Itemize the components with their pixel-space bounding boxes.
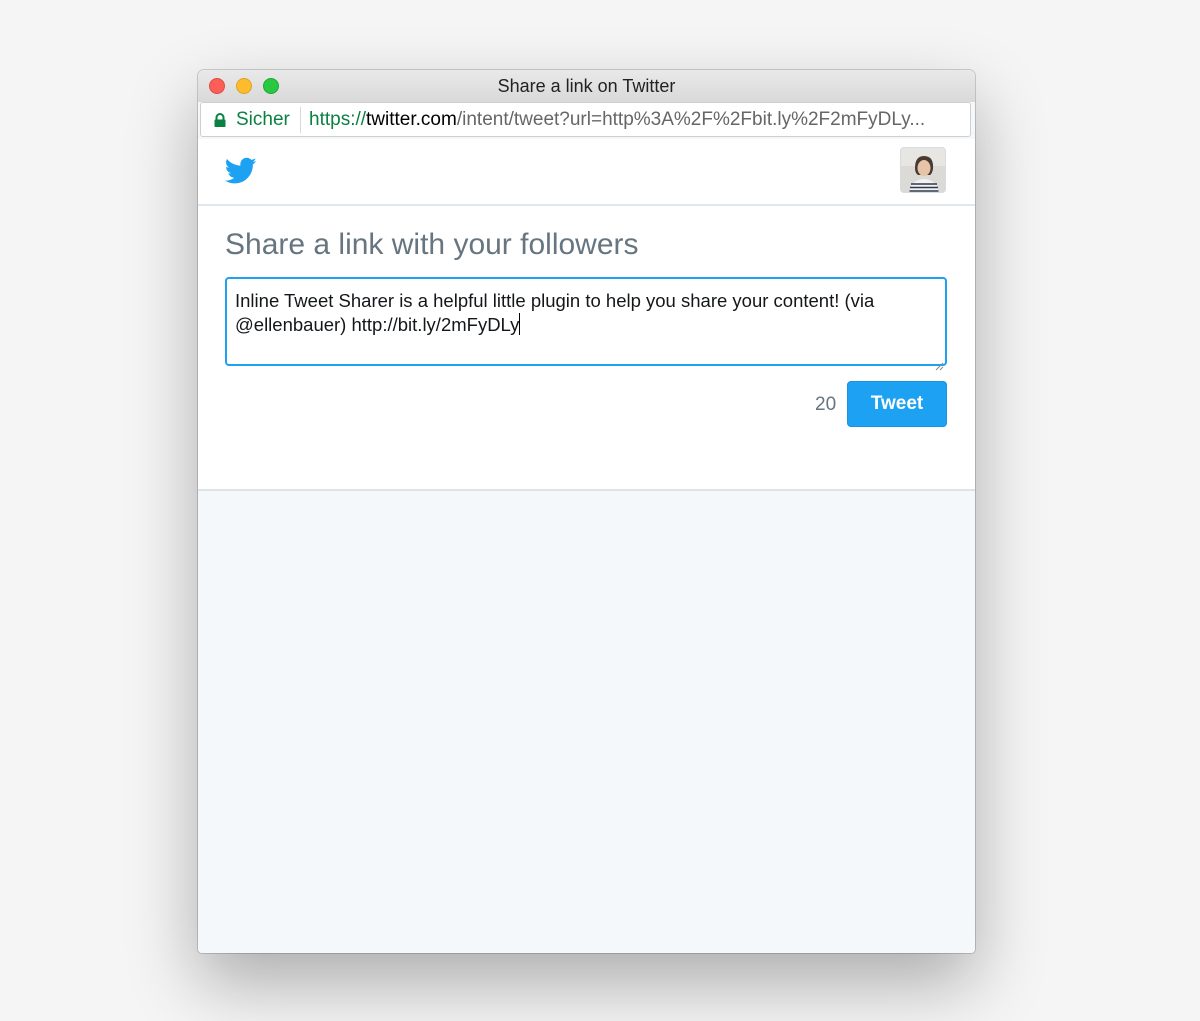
window-title: Share a link on Twitter bbox=[497, 76, 676, 96]
title-bar[interactable]: Share a link on Twitter bbox=[198, 70, 975, 102]
tweet-text: Inline Tweet Sharer is a helpful little … bbox=[235, 290, 875, 335]
browser-window: Share a link on Twitter Sicher https://t… bbox=[198, 70, 975, 953]
url-scheme: https:// bbox=[309, 109, 367, 130]
url-path: /intent/tweet?url=http%3A%2F%2Fbit.ly%2F… bbox=[456, 109, 926, 130]
tweet-textarea[interactable]: Inline Tweet Sharer is a helpful little … bbox=[225, 277, 947, 371]
character-counter: 20 bbox=[815, 394, 837, 415]
address-bar[interactable]: Sicher https://twitter.com/intent/tweet?… bbox=[200, 102, 971, 137]
twitter-bird-icon[interactable] bbox=[224, 157, 257, 185]
user-avatar[interactable] bbox=[900, 147, 946, 193]
url-host: twitter.com bbox=[366, 109, 457, 130]
tweet-button[interactable]: Tweet bbox=[847, 381, 947, 427]
secure-label[interactable]: Sicher bbox=[236, 109, 290, 131]
url-field[interactable]: https://twitter.com/intent/tweet?url=htt… bbox=[309, 109, 925, 131]
compose-panel: Share a link with your followers Inline … bbox=[198, 206, 975, 491]
lock-icon[interactable] bbox=[213, 113, 227, 127]
resize-handle-icon[interactable] bbox=[934, 353, 944, 371]
twitter-header bbox=[198, 139, 975, 206]
address-divider bbox=[300, 107, 301, 133]
text-caret bbox=[519, 313, 521, 335]
twitter-intent-page: Share a link with your followers Inline … bbox=[198, 139, 975, 953]
page-title: Share a link with your followers bbox=[225, 228, 639, 261]
